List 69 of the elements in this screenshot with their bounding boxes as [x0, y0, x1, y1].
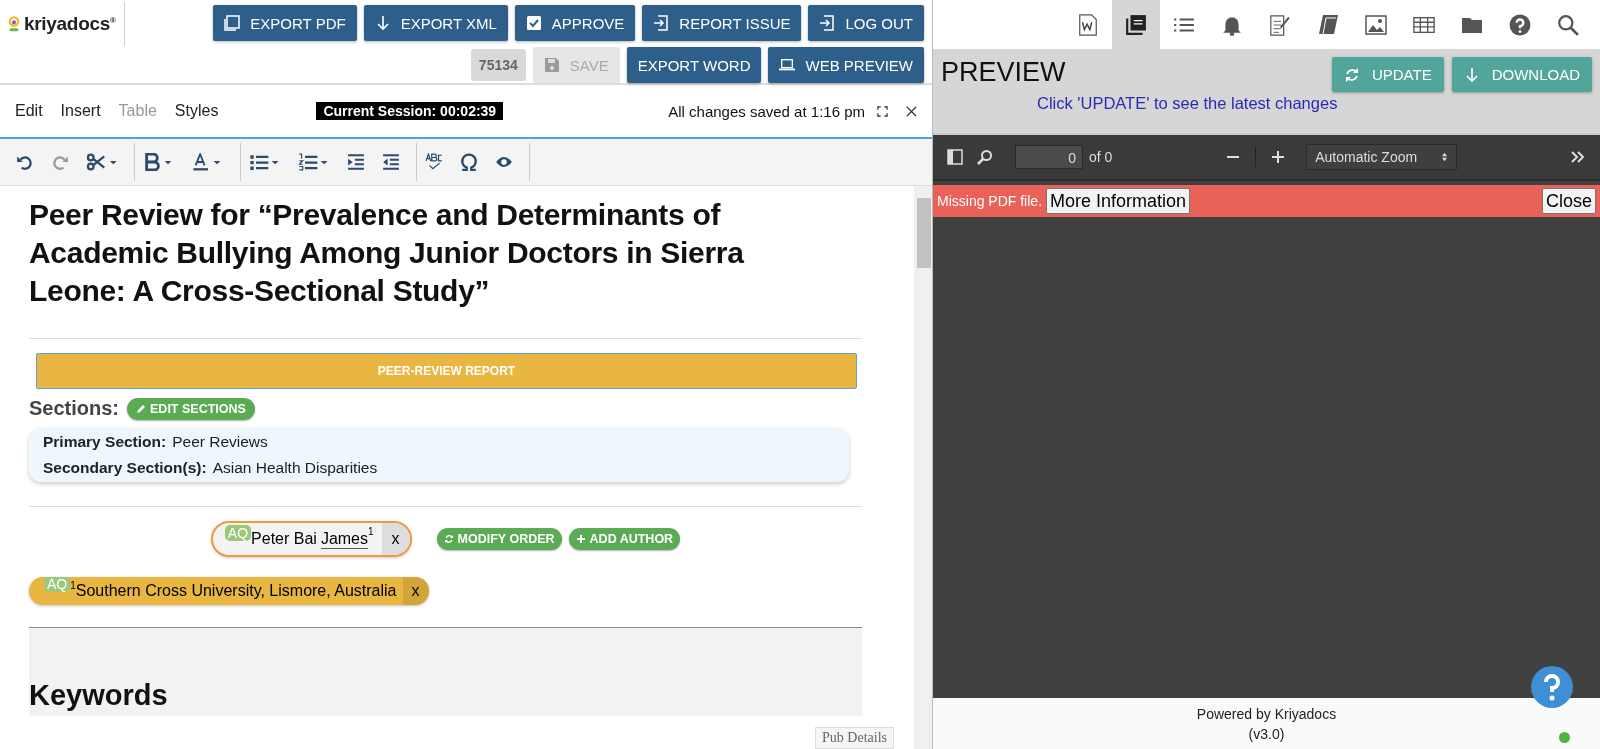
indent-icon[interactable] — [347, 153, 365, 171]
logo-text: kriyadocs$^{®}$ — [24, 13, 116, 35]
down-arrow-icon — [1463, 66, 1480, 83]
select-arrows-icon — [1441, 152, 1449, 162]
page-number-field[interactable]: 0 — [1015, 145, 1083, 169]
remove-button[interactable]: x — [381, 523, 410, 555]
update-hint: Click 'UPDATE' to see the latest changes — [1037, 94, 1339, 113]
exit-icon — [819, 15, 836, 31]
section-label: Secondary Section(s): — [43, 459, 207, 476]
author-surname: James — [320, 529, 368, 549]
refresh-icon — [443, 534, 454, 544]
pub-details-tab[interactable]: Pub Details — [815, 727, 894, 749]
page-count: of 0 — [1089, 149, 1113, 165]
sidebar-toggle-icon[interactable] — [947, 149, 963, 165]
article-id-badge: 75134 — [470, 49, 526, 81]
bullet-list-icon[interactable] — [249, 153, 281, 171]
keywords-heading: Keywords — [29, 679, 168, 712]
section-value: Peer Reviews — [172, 433, 268, 450]
refresh-icon — [1343, 66, 1360, 83]
header-button[interactable]: WEB PREVIEW — [768, 47, 924, 83]
fullscreen-icon[interactable] — [877, 105, 888, 117]
checkbox-icon — [525, 15, 542, 31]
more-information-button[interactable]: More Information — [1046, 188, 1191, 214]
cut-icon[interactable] — [86, 153, 118, 171]
scrollbar-thumb[interactable] — [917, 198, 931, 268]
error-message: Missing PDF file. — [937, 193, 1043, 209]
affiliation-text: Southern Cross University, Lismore, Australia — [75, 582, 397, 600]
pencil-icon — [136, 403, 147, 414]
sections-label: Sections: — [29, 397, 120, 420]
spellcheck-icon[interactable] — [425, 153, 443, 171]
remove-button[interactable]: x — [402, 577, 429, 605]
section-value: Asian Health Disparities — [212, 459, 378, 476]
header-button[interactable]: REPORT ISSUE — [642, 5, 802, 41]
search-icon[interactable] — [977, 149, 993, 165]
zoom-select[interactable]: Automatic Zoom — [1306, 144, 1458, 170]
outdent-icon[interactable] — [382, 153, 400, 171]
article-title: Peer Review for “Prevalence and Determinants of Academic Bullying Among Junior Doctors in Sierra Leone: A Cross-Sectional Study” — [29, 197, 745, 309]
preview-title: PREVIEW — [941, 57, 1066, 88]
plus-icon — [575, 534, 586, 544]
header-button[interactable]: EXPORT WORD — [626, 47, 762, 83]
close-icon[interactable] — [906, 105, 917, 117]
menu-item[interactable]: Insert — [60, 102, 101, 120]
menu-item[interactable]: Edit — [15, 102, 43, 120]
section-label: Primary Section: — [43, 433, 167, 450]
undo-icon[interactable] — [16, 153, 34, 171]
close-button[interactable]: Close — [1541, 188, 1596, 214]
author-given-name: Peter Bai — [251, 530, 317, 548]
down-arrow-icon — [374, 15, 391, 31]
laptop-icon — [779, 57, 796, 73]
header-button[interactable]: EXPORT XML — [363, 5, 508, 41]
exit-icon — [653, 15, 670, 31]
session-timer: Current Session: 00:02:39 — [316, 102, 504, 120]
double-chevron-icon[interactable] — [1570, 149, 1586, 165]
header-button[interactable]: APPROVE — [514, 5, 636, 41]
help-icon[interactable] — [1530, 665, 1574, 709]
version-text: (v3.0) — [1248, 725, 1285, 742]
powered-by-text: Powered by Kriyadocs — [1196, 705, 1337, 722]
numbered-list-icon[interactable] — [298, 153, 330, 171]
affiliation-mark: 1 — [70, 580, 76, 591]
header-button[interactable]: LOG OUT — [808, 5, 924, 41]
zoom-in-icon[interactable] — [1270, 149, 1287, 165]
save-icon — [543, 57, 560, 73]
menu-item[interactable]: Styles — [174, 102, 219, 120]
affiliation-mark: 1 — [368, 526, 374, 537]
save-status: All changes saved at 1:16 pm — [668, 102, 865, 120]
redo-icon[interactable] — [51, 153, 69, 171]
header-button[interactable]: EXPORT PDF — [213, 5, 357, 41]
logo-icon — [8, 15, 20, 33]
omega-icon[interactable] — [460, 153, 478, 171]
